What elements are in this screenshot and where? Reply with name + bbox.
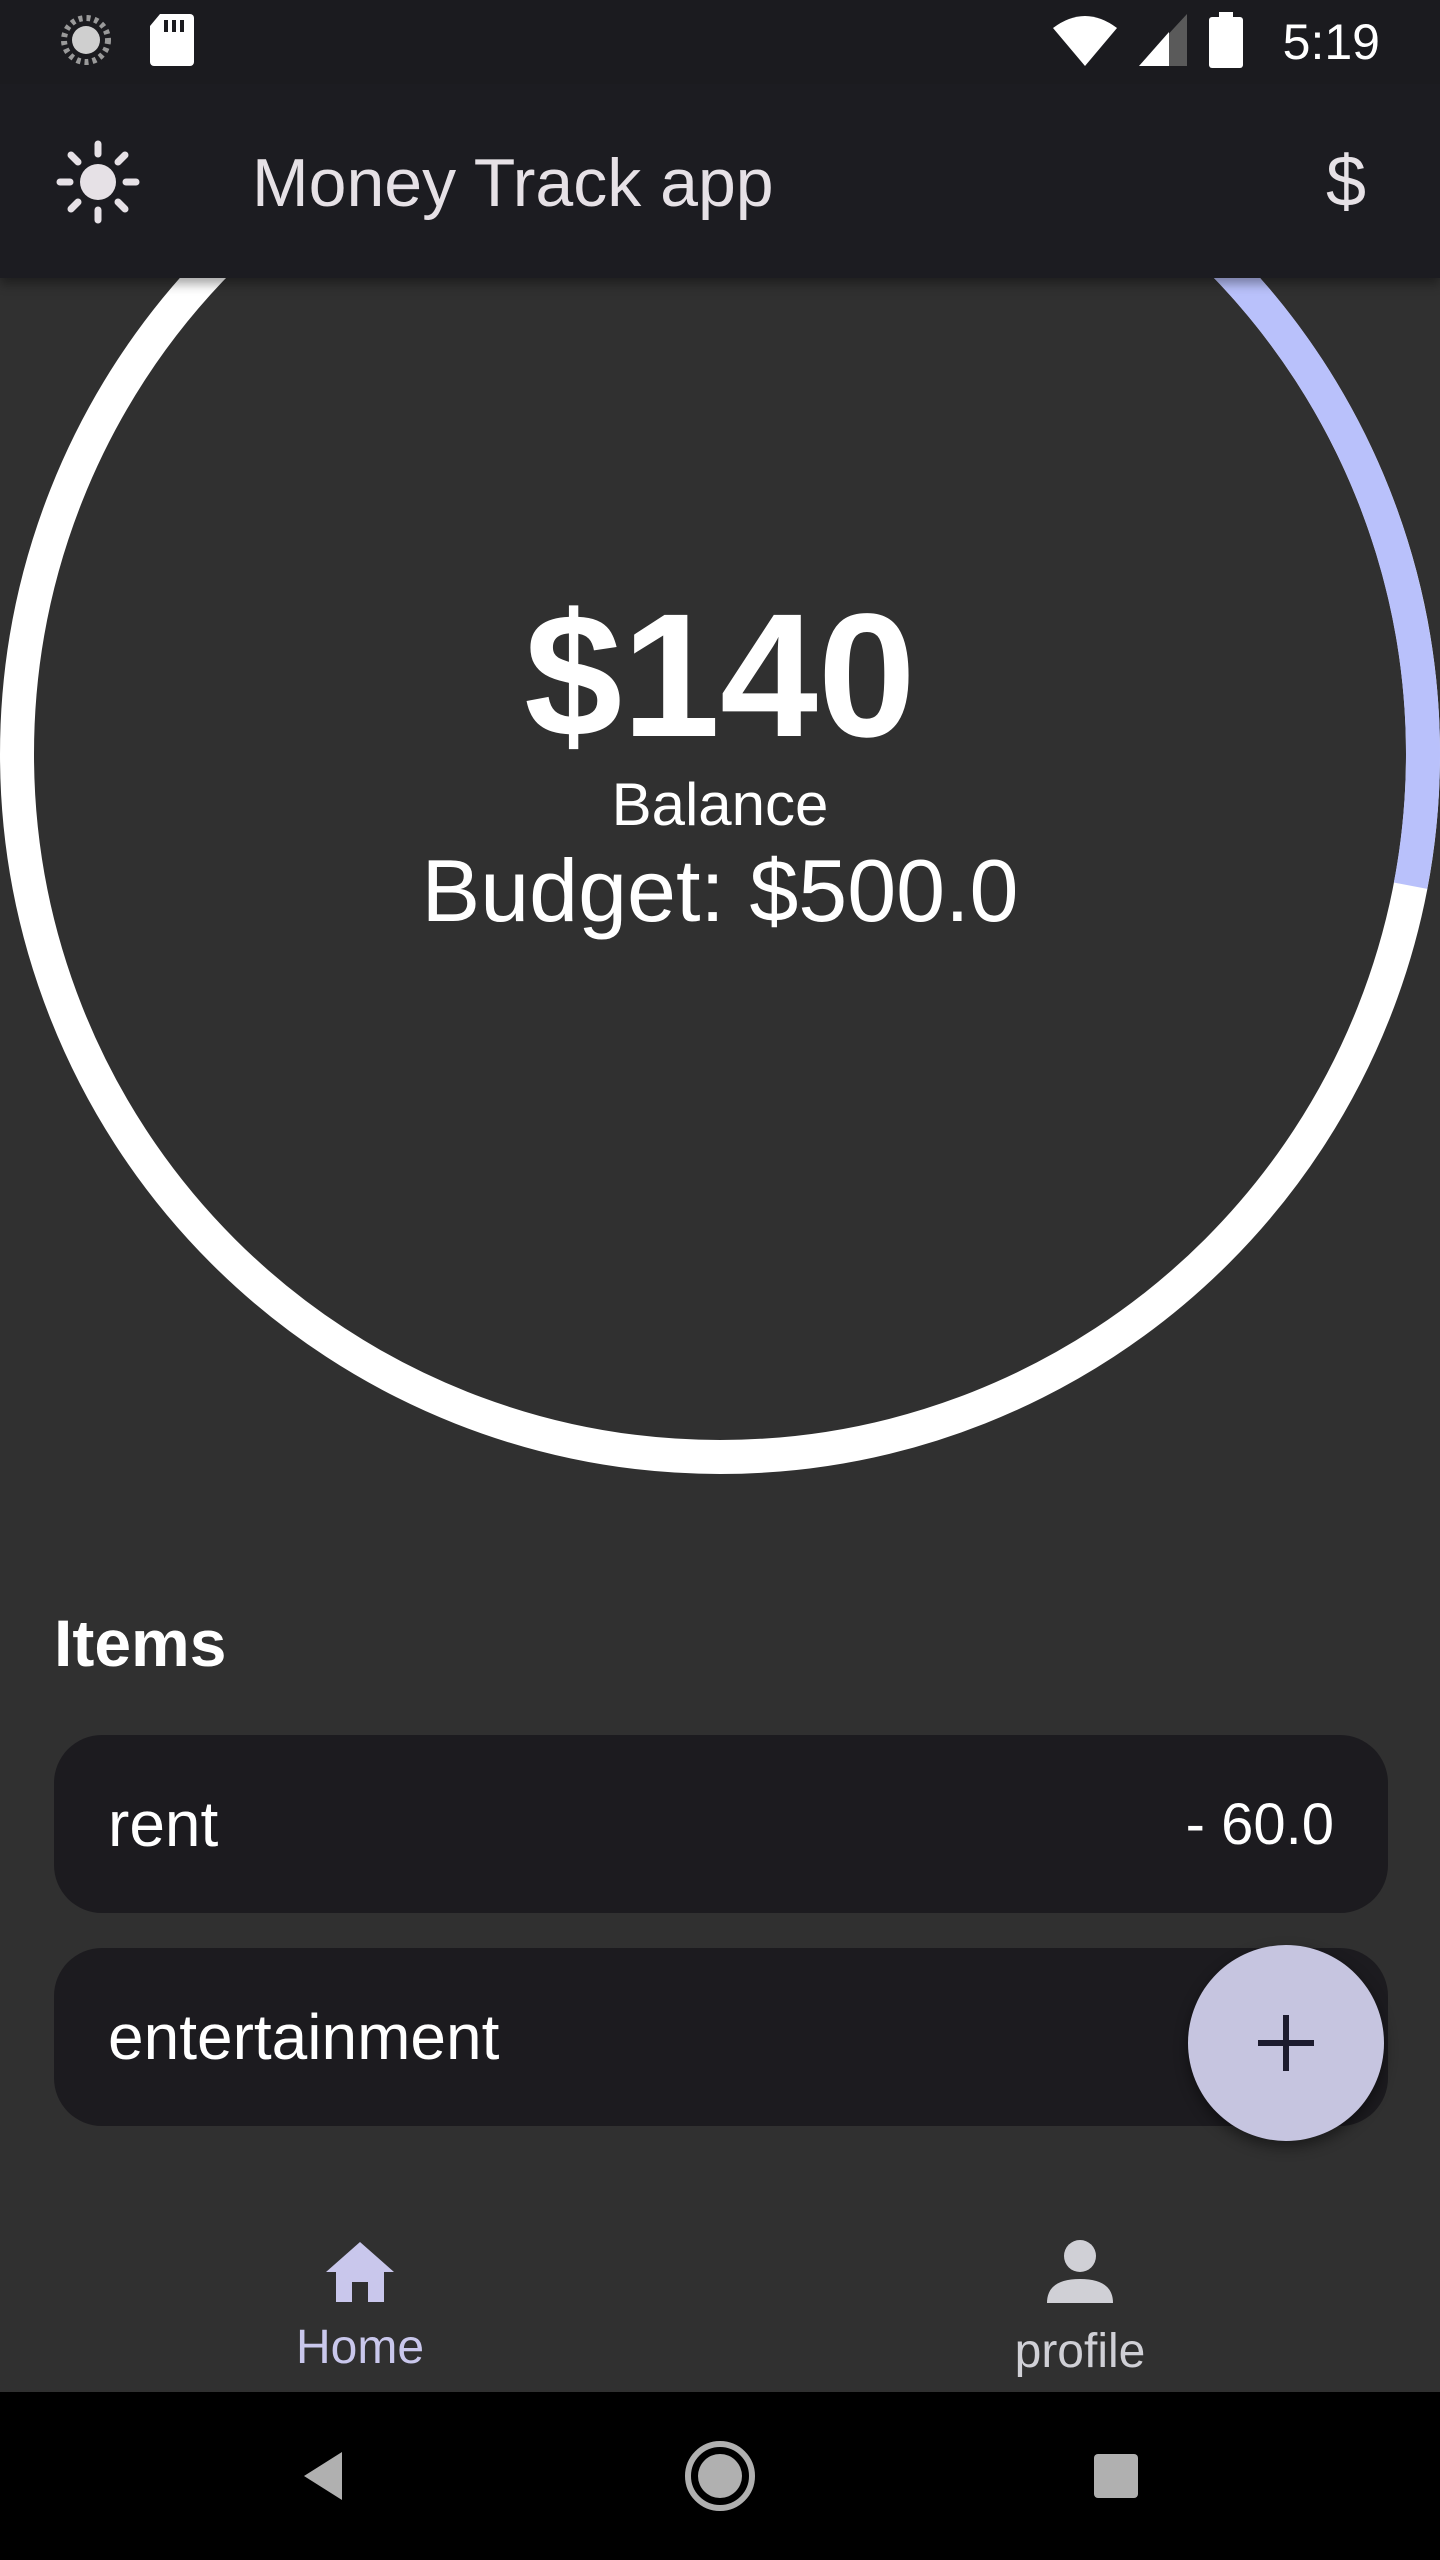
wifi-icon — [1052, 14, 1117, 71]
app-title: Money Track app — [252, 145, 774, 221]
recents-icon — [1094, 2454, 1138, 2498]
app-screen: $140 Balance Budget: $500.0 5:19 Money T… — [0, 0, 1440, 2560]
add-item-button[interactable] — [1188, 1945, 1384, 2141]
item-amount: - 60.0 — [1185, 1791, 1334, 1857]
bottom-navigation: Home profile — [0, 2190, 1440, 2392]
sync-icon — [60, 14, 112, 71]
status-bar: 5:19 — [0, 0, 1440, 84]
nav-item-home[interactable]: Home — [0, 2190, 720, 2392]
plus-icon — [1258, 2015, 1314, 2071]
dollar-icon: $ — [1325, 142, 1367, 222]
nav-label-home: Home — [295, 2321, 425, 2374]
system-navigation-bar — [0, 2392, 1440, 2560]
home-circle-icon — [685, 2441, 755, 2511]
item-name: rent — [108, 1788, 219, 1860]
balance-amount: $140 — [524, 578, 916, 774]
list-item[interactable]: rent - 60.0 — [54, 1735, 1388, 1913]
sd-card-icon — [150, 13, 194, 71]
item-name: entertainment — [108, 2001, 500, 2073]
app-bar: Money Track app $ — [0, 84, 1440, 278]
balance-label: Balance — [611, 771, 829, 838]
budget-text: Budget: $500.0 — [421, 841, 1019, 940]
currency-button[interactable]: $ — [1296, 132, 1396, 232]
system-recents-button[interactable] — [1068, 2428, 1164, 2524]
back-icon — [304, 2452, 342, 2500]
nav-item-profile[interactable]: profile — [720, 2190, 1440, 2392]
battery-icon — [1208, 11, 1243, 73]
signal-icon — [1138, 13, 1187, 71]
person-icon — [1040, 2232, 1120, 2312]
theme-toggle-button[interactable] — [54, 138, 142, 226]
home-icon — [320, 2232, 400, 2312]
nav-label-profile: profile — [1014, 2325, 1146, 2378]
status-time: 5:19 — [1282, 14, 1380, 70]
items-heading: Items — [54, 1606, 227, 1680]
sun-icon — [56, 140, 140, 224]
system-home-button[interactable] — [672, 2428, 768, 2524]
system-back-button[interactable] — [276, 2428, 372, 2524]
